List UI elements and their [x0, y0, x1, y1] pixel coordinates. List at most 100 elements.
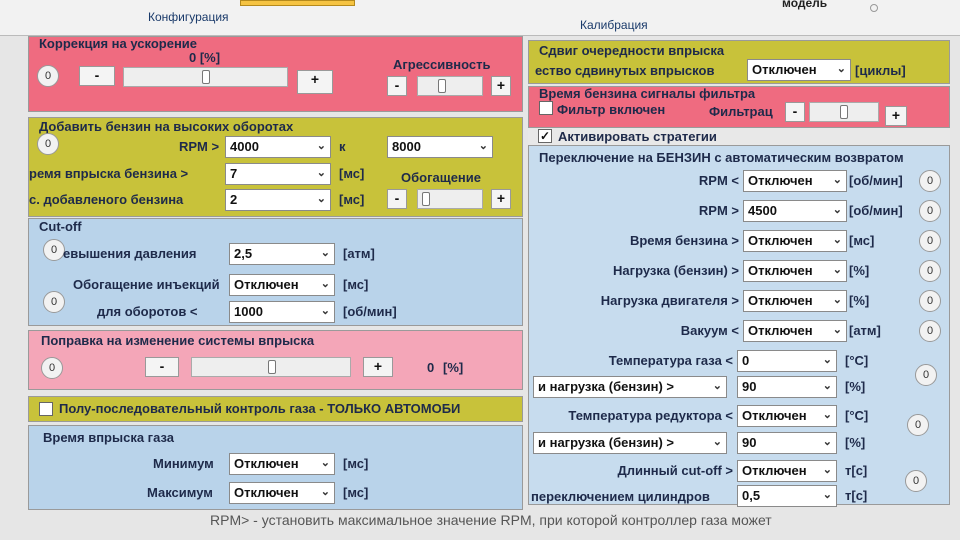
accel-reset[interactable]: 0	[37, 65, 59, 87]
highrpm-inj-value: 7	[230, 166, 238, 181]
switchback-row-unit: [%]	[849, 293, 870, 308]
red-temp-select[interactable]: Отключен ⌄	[737, 405, 837, 427]
switchback-row-select[interactable]: Отключен ⌄	[743, 290, 847, 312]
enrich-minus-button[interactable]: -	[387, 189, 407, 209]
cutoff-press-label: евышения давления	[63, 246, 197, 261]
cutoff-rpm-value: 1000	[234, 304, 263, 319]
aggression-slider[interactable]	[417, 76, 483, 96]
cutoff-rpm-unit: [об/мин]	[343, 304, 397, 319]
highrpm-rpm-to-select[interactable]: 8000 ⌄	[387, 136, 493, 158]
highrpm-inj-select[interactable]: 7 ⌄	[225, 163, 331, 185]
aggression-plus-button[interactable]: +	[491, 76, 511, 96]
switchback-row-reset[interactable]: 0	[919, 320, 941, 342]
highrpm-enrich-label: Обогащение	[401, 170, 481, 185]
switchback-row-unit: [%]	[849, 263, 870, 278]
cutoff-inj-select[interactable]: Отключен ⌄	[229, 274, 335, 296]
strategy-label: Активировать стратегии	[558, 129, 717, 144]
strategy-checkbox[interactable]: ✓	[538, 129, 552, 143]
switchback-row-reset[interactable]: 0	[919, 260, 941, 282]
semiseq-checkbox[interactable]	[39, 402, 53, 416]
filter-minus-button[interactable]: -	[785, 102, 805, 122]
highrpm-rpm-label: RPM >	[179, 139, 220, 154]
switchback-row-select[interactable]: Отключен ⌄	[743, 260, 847, 282]
switchback-row-unit: [об/мин]	[849, 173, 903, 188]
switchback-row-4: Нагрузка двигателя > Отключен ⌄ [%] 0	[529, 290, 951, 314]
switchback-row-label: RPM <	[698, 173, 739, 188]
chevron-down-icon: ⌄	[320, 305, 330, 317]
accel-slider-thumb[interactable]	[202, 70, 210, 84]
highrpm-added-select[interactable]: 2 ⌄	[225, 189, 331, 211]
correction-slider-thumb[interactable]	[268, 360, 276, 374]
chevron-down-icon: ⌄	[822, 354, 832, 366]
enrich-slider[interactable]	[417, 189, 483, 209]
long-cut-reset[interactable]: 0	[905, 470, 927, 492]
switchback-title: Переключение на БЕНЗИН с автоматическим …	[539, 150, 904, 165]
highrpm-rpm-from-select[interactable]: 4000 ⌄	[225, 136, 331, 158]
aggression-label: Агрессивность	[393, 57, 491, 72]
gasinj-max-select[interactable]: Отключен ⌄	[229, 482, 335, 504]
long-cut-select[interactable]: Отключен ⌄	[737, 460, 837, 482]
filter-slider[interactable]	[809, 102, 879, 122]
enrich-slider-thumb[interactable]	[422, 192, 430, 206]
load2-value: 90	[742, 435, 757, 450]
filter-slider-thumb[interactable]	[840, 105, 848, 119]
gas-temp-value: 0	[742, 353, 750, 368]
shift-count-select[interactable]: Отключен ⌄	[747, 59, 851, 81]
enrich-plus-button[interactable]: +	[491, 189, 511, 209]
gasinj-min-select[interactable]: Отключен ⌄	[229, 453, 335, 475]
switchback-row-reset[interactable]: 0	[919, 290, 941, 312]
correction-minus-button[interactable]: -	[145, 357, 179, 377]
gasinj-min-unit: [мс]	[343, 456, 369, 471]
gas-temp-reset[interactable]: 0	[915, 364, 937, 386]
load1-select[interactable]: 90 ⌄	[737, 376, 837, 398]
red-temp-label: Температура редуктора <	[568, 408, 733, 423]
cutoff-rpm-select[interactable]: 1000 ⌄	[229, 301, 335, 323]
gas-temp-select[interactable]: 0 ⌄	[737, 350, 837, 372]
correction-reset[interactable]: 0	[41, 357, 63, 379]
cutoff-reset-1[interactable]: 0	[43, 239, 65, 261]
switchback-row-select[interactable]: 4500 ⌄	[743, 200, 847, 222]
correction-slider[interactable]	[191, 357, 351, 377]
chevron-down-icon: ⌄	[832, 294, 842, 306]
long-cut-unit: т[с]	[845, 463, 868, 478]
load2-select[interactable]: 90 ⌄	[737, 432, 837, 454]
cutoff-press-select[interactable]: 2,5 ⌄	[229, 243, 335, 265]
chevron-down-icon: ⌄	[712, 436, 722, 448]
switchback-row-reset[interactable]: 0	[919, 170, 941, 192]
chevron-down-icon: ⌄	[712, 380, 722, 392]
highrpm-to-label: к	[339, 139, 346, 154]
switchback-row-value: Отключен	[748, 233, 813, 248]
tab-config-frame[interactable]: Конфигурация	[120, 0, 250, 32]
switchback-row-select[interactable]: Отключен ⌄	[743, 170, 847, 192]
correction-plus-button[interactable]: +	[363, 357, 393, 377]
red-temp-unit: [°C]	[845, 408, 869, 423]
tab-model[interactable]: модель	[782, 0, 827, 10]
switchback-row-select[interactable]: Отключен ⌄	[743, 230, 847, 252]
load1-label: и нагрузка (бензин) >	[538, 379, 675, 394]
cyl-select[interactable]: 0,5 ⌄	[737, 485, 837, 507]
tab-calibration[interactable]: Калибрация	[580, 18, 648, 32]
accel-plus-button[interactable]: +	[297, 70, 333, 94]
aggression-minus-button[interactable]: -	[387, 76, 407, 96]
red-temp-reset[interactable]: 0	[907, 414, 929, 436]
switchback-row-unit: [мс]	[849, 233, 875, 248]
load2-label-select[interactable]: и нагрузка (бензин) > ⌄	[533, 432, 727, 454]
aggression-slider-thumb[interactable]	[438, 79, 446, 93]
highrpm-added-label: с. добавленого бензина	[29, 192, 184, 207]
cutoff-reset-2[interactable]: 0	[43, 291, 65, 313]
filter-enabled-checkbox[interactable]	[539, 101, 553, 115]
filter-plus-button[interactable]: +	[885, 106, 907, 126]
load1-label-select[interactable]: и нагрузка (бензин) > ⌄	[533, 376, 727, 398]
highrpm-rpm-from-value: 4000	[230, 139, 259, 154]
switchback-row-reset[interactable]: 0	[919, 200, 941, 222]
shift-title: Сдвиг очередности впрыска	[539, 43, 725, 58]
accel-minus-button[interactable]: -	[79, 66, 115, 86]
switchback-row-value: 4500	[748, 203, 777, 218]
tab-config[interactable]: Конфигурация	[148, 10, 229, 24]
accel-slider[interactable]	[123, 67, 288, 87]
switchback-row-select[interactable]: Отключен ⌄	[743, 320, 847, 342]
help-text: RPM> - установить максимальное значение …	[210, 512, 772, 528]
highrpm-reset[interactable]: 0	[37, 133, 59, 155]
switchback-row-reset[interactable]: 0	[919, 230, 941, 252]
chevron-down-icon: ⌄	[320, 486, 330, 498]
